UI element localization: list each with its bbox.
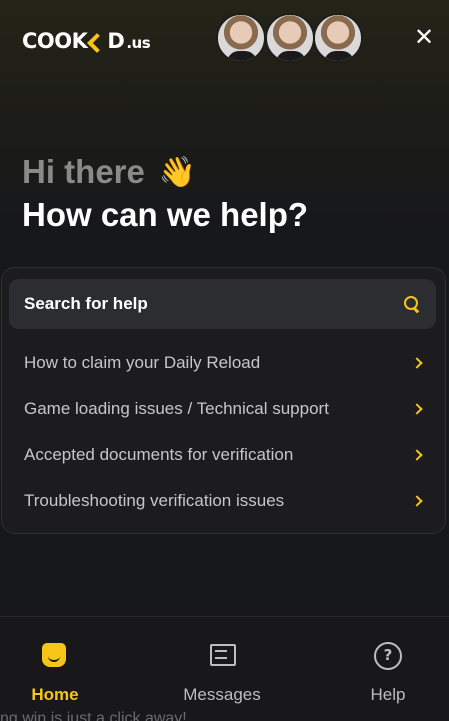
list-item-label: How to claim your Daily Reload	[24, 353, 261, 372]
greeting: Hi there 👋	[22, 153, 196, 191]
list-item-label: Accepted documents for verification	[24, 445, 294, 464]
list-item-label: Game loading issues / Technical support	[24, 399, 329, 418]
brand-logo: COOK D .us	[22, 29, 151, 53]
chevron-right-icon	[413, 404, 423, 414]
greeting-text: Hi there	[22, 153, 145, 190]
page-title: How can we help?	[22, 196, 309, 233]
list-item[interactable]: Game loading issues / Technical support	[2, 386, 445, 432]
help-circle-icon	[373, 641, 403, 671]
home-icon	[40, 641, 70, 671]
logo-chevron-mark	[88, 33, 106, 49]
background-page-text: ng win is just a click away!	[0, 710, 187, 721]
list-item[interactable]: Accepted documents for verification	[2, 432, 445, 478]
tab-messages-label: Messages	[183, 685, 261, 704]
logo-tld: .us	[126, 34, 151, 52]
help-card: Search for help How to claim your Daily …	[1, 267, 446, 534]
avatar	[216, 13, 266, 63]
list-item-label: Troubleshooting verification issues	[24, 491, 285, 510]
list-item[interactable]: How to claim your Daily Reload	[2, 340, 445, 386]
message-icon	[207, 641, 237, 671]
tab-messages[interactable]: Messages	[172, 617, 272, 717]
chevron-right-icon	[413, 496, 423, 506]
close-icon[interactable]: ✕	[412, 25, 436, 49]
waving-hand-icon: 👋	[158, 155, 197, 189]
search-label: Search for help	[24, 294, 148, 313]
chevron-right-icon	[413, 358, 423, 368]
tab-help[interactable]: Help	[350, 617, 426, 717]
support-team-avatars	[216, 13, 364, 63]
list-item[interactable]: Troubleshooting verification issues	[2, 478, 445, 524]
logo-text-end: D	[107, 29, 125, 53]
tab-home[interactable]: Home	[20, 617, 90, 717]
tab-help-label: Help	[370, 685, 406, 704]
search-icon	[403, 295, 421, 313]
chevron-right-icon	[413, 450, 423, 460]
tab-home-label: Home	[31, 685, 79, 704]
logo-text: COOK	[22, 29, 88, 53]
help-widget: COOK D .us ✕ Hi there 👋 How can we help? S…	[0, 0, 449, 721]
bottom-nav: Home Messages Help	[0, 616, 449, 721]
help-articles-list: How to claim your Daily Reload Game load…	[2, 340, 445, 524]
avatar	[313, 13, 363, 63]
avatar	[265, 13, 315, 63]
search-help-button[interactable]: Search for help	[9, 279, 436, 329]
